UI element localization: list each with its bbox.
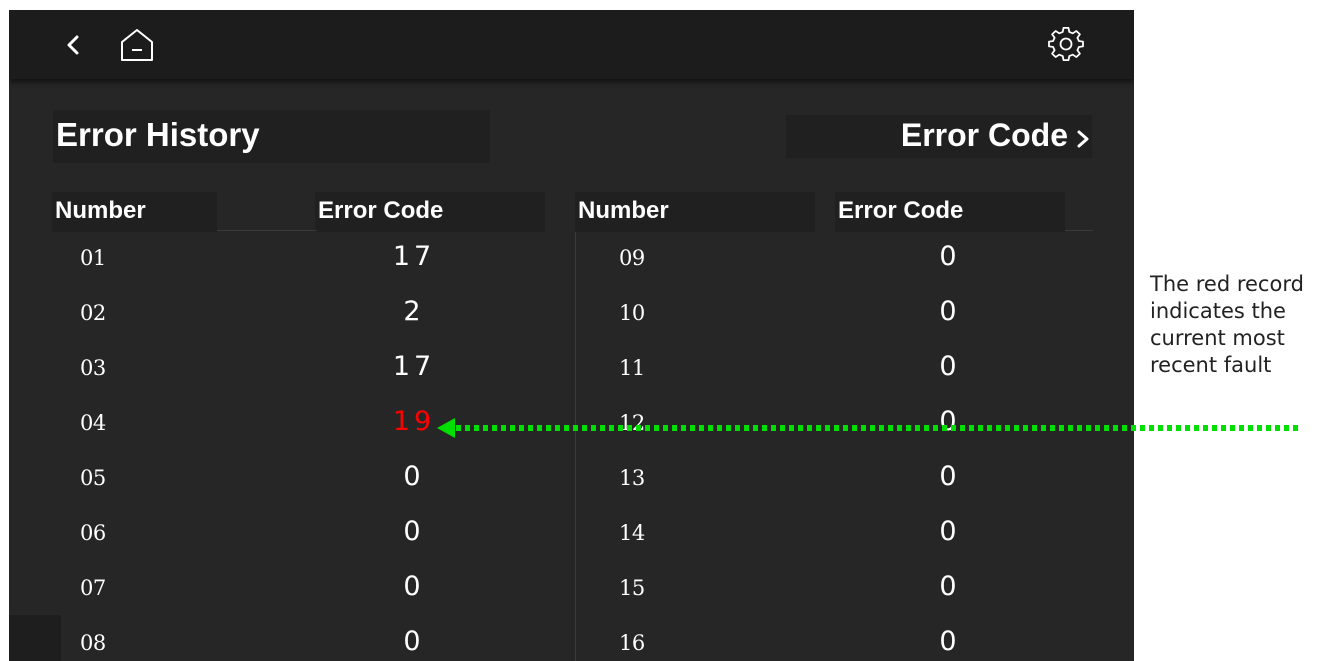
header-number-right: Number <box>575 192 815 232</box>
row-error-code: 0 <box>939 241 961 272</box>
gear-icon[interactable] <box>1048 27 1084 63</box>
row-number: 09 <box>619 246 645 270</box>
corner-block <box>9 615 61 661</box>
top-bar <box>9 10 1134 79</box>
annotation-line: recent fault <box>1150 353 1272 377</box>
row-number: 15 <box>619 576 645 600</box>
annotation-note: The red record indicates the current mos… <box>1150 271 1335 379</box>
row-error-code: 17 <box>392 351 436 382</box>
row-number: 16 <box>619 631 645 655</box>
page-title: Error History <box>56 116 260 153</box>
row-error-code: 17 <box>392 241 436 272</box>
row-number: 13 <box>619 466 645 490</box>
row-number: 03 <box>80 356 106 380</box>
table-row: 06 0 <box>9 513 575 567</box>
table-row: 07 0 <box>9 568 575 622</box>
chevron-left-icon[interactable] <box>65 35 81 55</box>
row-number: 11 <box>619 356 645 380</box>
row-number: 10 <box>619 301 645 325</box>
home-icon[interactable] <box>117 25 157 65</box>
row-number: 04 <box>80 411 106 435</box>
row-error-code: 0 <box>939 296 961 327</box>
error-code-link[interactable]: Error Code <box>786 115 1092 158</box>
table-row: 03 17 <box>9 348 575 402</box>
device-screen: Error History Error Code Number Error Co… <box>9 10 1134 661</box>
table-row: 02 2 <box>9 293 575 347</box>
row-error-code: 0 <box>939 516 961 547</box>
chevron-right-icon <box>1077 130 1089 148</box>
table-row: 01 17 <box>9 238 575 292</box>
annotation-arrow <box>437 418 1298 438</box>
row-number: 02 <box>80 301 106 325</box>
row-error-code: 0 <box>403 461 425 492</box>
table-row: 15 0 <box>575 568 1134 622</box>
header-code-left: Error Code <box>315 192 545 232</box>
table-row: 11 0 <box>575 348 1134 402</box>
row-number: 01 <box>80 246 106 270</box>
header-code-right: Error Code <box>835 192 1065 232</box>
row-error-code: 0 <box>939 351 961 382</box>
table-row: 13 0 <box>575 458 1134 512</box>
table-row: 14 0 <box>575 513 1134 567</box>
row-number: 06 <box>80 521 106 545</box>
row-error-code: 0 <box>403 571 425 602</box>
row-error-code: 0 <box>939 461 961 492</box>
annotation-line: current most <box>1150 326 1285 350</box>
row-error-code: 0 <box>939 571 961 602</box>
row-error-code: 2 <box>403 296 425 327</box>
row-number: 07 <box>80 576 106 600</box>
header-divider-left <box>217 230 317 231</box>
header-number-left: Number <box>52 192 217 232</box>
table-row: 16 0 <box>575 623 1134 661</box>
header-divider-right <box>1065 230 1093 231</box>
row-number: 08 <box>80 631 106 655</box>
error-code-link-label: Error Code <box>900 117 1068 153</box>
annotation-line: indicates the <box>1150 299 1286 323</box>
table-row: 10 0 <box>575 293 1134 347</box>
row-error-code: 0 <box>403 626 425 657</box>
row-number: 14 <box>619 521 645 545</box>
table-row: 09 0 <box>575 238 1134 292</box>
row-number: 05 <box>80 466 106 490</box>
table-row: 05 0 <box>9 458 575 512</box>
annotation-line: The red record <box>1150 272 1304 296</box>
table-row: 08 0 <box>9 623 575 661</box>
row-error-code: 0 <box>939 626 961 657</box>
row-error-code: 0 <box>403 516 425 547</box>
page-title-box: Error History <box>53 110 490 163</box>
